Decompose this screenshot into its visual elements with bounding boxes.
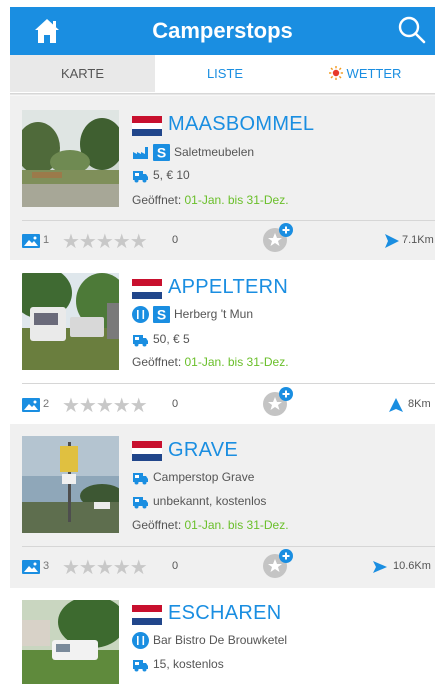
card-footer: 2 ★★★★★ 0 8Km [10,387,435,418]
stop-photo[interactable] [22,436,119,533]
distance: 8Km [408,398,431,410]
camper-icon [133,334,148,346]
rating-stars[interactable]: ★★★★★ [62,555,148,580]
svg-text:S: S [157,144,166,160]
stop-card-grave[interactable]: GRAVE Camperstop Grave unbekannt, kosten… [10,424,435,588]
card-divider [22,220,435,221]
stop-card-appeltern[interactable]: APPELTERN S Herberg 't Mun 50, € 5 Geöff… [10,260,435,424]
camper-icon [133,659,148,671]
tab-wetter[interactable]: WETTER [295,55,435,92]
camper-icon [133,472,148,484]
card-footer: 1 ★★★★★ 0 7.1Km [10,223,435,254]
stop-spots-row: 15, kostenlos [132,655,224,673]
tab-liste[interactable]: LISTE [155,55,295,92]
s-badge-icon: S [153,143,170,161]
tab-liste-label: LISTE [206,66,244,81]
open-label: Geöffnet: [132,355,182,369]
direction-arrow-icon [389,398,403,412]
stop-photo[interactable] [22,110,119,207]
stop-name[interactable]: APPELTERN [168,276,288,299]
stop-spots: 15, kostenlos [153,657,224,671]
stop-spots-row: 5, € 10 [132,166,190,184]
open-dates: 01-Jan. bis 31-Dez. [184,355,289,369]
svg-text:S: S [157,306,166,322]
stop-opening: Geöffnet: 01-Jan. bis 31-Dez. [132,518,289,532]
card-divider [22,546,435,547]
stop-place: Herberg 't Mun [174,307,253,321]
direction-arrow-icon [373,561,387,573]
rating-value: 0 [172,398,179,410]
factory-icon [133,146,148,159]
stop-place-row: S Saletmeubelen [132,143,254,161]
stop-spots: unbekannt, kostenlos [153,494,267,508]
stop-name[interactable]: GRAVE [168,439,238,462]
rating-stars[interactable]: ★★★★★ [62,229,148,254]
netherlands-flag-icon [132,279,162,299]
stop-place: Camperstop Grave [153,470,255,484]
s-badge-icon: S [153,305,170,323]
stop-place: Saletmeubelen [174,145,255,159]
distance: 10.6Km [393,560,431,572]
add-favorite-icon[interactable] [260,222,294,254]
stop-place: Bar Bistro De Brouwketel [153,633,288,647]
card-footer: 3 ★★★★★ 0 10.6Km [10,549,435,580]
tab-bar: KARTE LISTE WETTER [10,55,435,95]
distance: 7.1Km [402,234,434,246]
stop-spots: 5, € 10 [153,168,190,182]
netherlands-flag-icon [132,441,162,461]
rating-stars[interactable]: ★★★★★ [62,393,148,418]
app-header: Camperstops [10,7,435,55]
tab-karte-label: KARTE [60,66,105,81]
stop-card-maasbommel[interactable]: MAASBOMMEL S Saletmeubelen 5, € 10 Geöff… [10,96,435,260]
photo-count: 3 [43,560,50,572]
direction-arrow-icon [385,234,399,248]
stop-photo[interactable] [22,600,119,684]
stop-place-row: S Herberg 't Mun [132,305,253,323]
open-label: Geöffnet: [132,518,182,532]
photo-count: 1 [43,234,50,246]
stop-name[interactable]: MAASBOMMEL [168,113,314,136]
netherlands-flag-icon [132,116,162,136]
picture-icon[interactable] [22,560,40,574]
add-favorite-icon[interactable] [260,386,294,418]
restaurant-icon [132,305,149,323]
stop-spots-row: 50, € 5 [132,330,190,348]
netherlands-flag-icon [132,605,162,625]
stop-place-row: Camperstop Grave [132,468,254,486]
stop-card-escharen[interactable]: ESCHAREN Bar Bistro De Brouwketel 15, ko… [10,588,435,684]
stop-spots: 50, € 5 [153,332,190,346]
stop-opening: Geöffnet: 01-Jan. bis 31-Dez. [132,355,289,369]
picture-icon[interactable] [22,398,40,412]
app-title: Camperstops [152,18,293,43]
stop-name[interactable]: ESCHAREN [168,602,282,625]
search-icon[interactable] [397,15,427,45]
sun-icon [328,66,343,80]
camper-icon [133,170,148,182]
rating-value: 0 [172,234,179,246]
tab-karte[interactable]: KARTE [10,55,155,92]
stop-photo[interactable] [22,273,119,370]
open-dates: 01-Jan. bis 31-Dez. [184,518,289,532]
open-dates: 01-Jan. bis 31-Dez. [184,193,289,207]
open-label: Geöffnet: [132,193,182,207]
picture-icon[interactable] [22,234,40,248]
photo-count: 2 [43,398,50,410]
restaurant-icon [132,631,149,649]
tab-wetter-label: WETTER [346,66,402,81]
rating-value: 0 [172,560,179,572]
stop-spots-row: unbekannt, kostenlos [132,492,266,510]
stop-place-row: Bar Bistro De Brouwketel [132,631,287,649]
camper-icon [133,496,148,508]
add-favorite-icon[interactable] [260,548,294,580]
card-divider [22,383,435,384]
stop-opening: Geöffnet: 01-Jan. bis 31-Dez. [132,193,289,207]
